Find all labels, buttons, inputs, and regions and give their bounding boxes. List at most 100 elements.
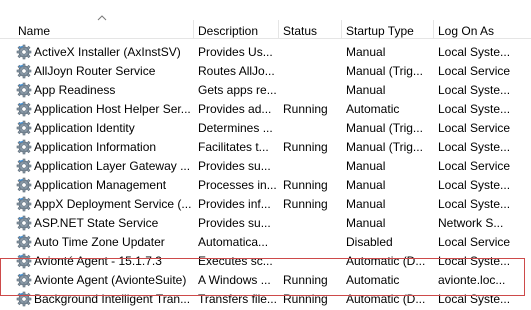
column-header-log-on-as[interactable]: Log On As — [438, 24, 494, 38]
service-name: AllJoyn Router Service — [34, 64, 156, 78]
service-row[interactable]: Application Management Processes in... Run… — [0, 176, 531, 195]
service-log-on-as: Local Syste... — [438, 45, 511, 59]
service-log-on-as: Local Syste... — [438, 140, 511, 154]
service-status — [283, 233, 343, 252]
service-row[interactable]: Avionte Agent (AvionteSuite) A Windows ..… — [0, 271, 531, 290]
service-description: Provides su... — [198, 159, 271, 173]
service-log-on-as: Local Service — [438, 121, 511, 135]
service-row[interactable]: Application Host Helper Ser... Provides a… — [0, 100, 531, 119]
service-name: Application Identity — [34, 121, 135, 135]
service-name: ASP.NET State Service — [34, 216, 159, 230]
gear-icon — [16, 215, 32, 231]
sort-ascending-icon[interactable] — [97, 15, 107, 21]
service-description: Provides Us... — [198, 45, 273, 59]
service-row[interactable]: Application Information Facilitates t... R… — [0, 138, 531, 157]
service-name: Background Intelligent Tran... — [34, 292, 191, 306]
column-divider[interactable] — [433, 20, 434, 38]
service-status: Running — [283, 102, 328, 116]
service-status — [283, 43, 343, 62]
column-header-name[interactable]: Name — [18, 24, 50, 38]
service-name: Application Information — [34, 140, 157, 154]
gear-icon — [16, 177, 32, 193]
service-startup-type: Manual — [346, 159, 386, 173]
service-name: Avionte Agent (AvionteSuite) — [34, 273, 187, 287]
service-log-on-as: Local Syste... — [438, 197, 511, 211]
service-name: Avionté Agent - 15.1.7.3 — [34, 254, 162, 268]
service-status: Running — [283, 178, 328, 192]
gear-icon — [16, 82, 32, 98]
service-startup-type: Disabled — [346, 235, 393, 249]
service-description: Provides su... — [198, 216, 271, 230]
column-divider[interactable] — [193, 20, 194, 38]
column-header-status[interactable]: Status — [283, 24, 317, 38]
gear-icon — [16, 139, 32, 155]
service-name: ActiveX Installer (AxInstSV) — [34, 45, 181, 59]
column-header-bar: Name Description Status Startup Type Log… — [0, 0, 531, 39]
gear-icon — [16, 253, 32, 269]
gear-icon — [16, 234, 32, 250]
service-name: Auto Time Zone Updater — [34, 235, 165, 249]
gear-icon — [16, 101, 32, 117]
service-description: Determines ... — [198, 121, 273, 135]
service-row[interactable]: AppX Deployment Service (... Provides inf… — [0, 195, 531, 214]
service-description: Facilitates t... — [198, 140, 269, 154]
gear-icon — [16, 196, 32, 212]
service-startup-type: Manual — [346, 45, 386, 59]
service-row[interactable]: Background Intelligent Tran... Transfers … — [0, 290, 531, 309]
service-description: Processes in... — [198, 178, 277, 192]
service-log-on-as: Local Service — [438, 64, 511, 78]
service-startup-type: Automatic (D... — [346, 254, 426, 268]
service-status — [283, 214, 343, 233]
service-row[interactable]: Application Identity Determines ... Manual… — [0, 119, 531, 138]
service-startup-type: Automatic (D... — [346, 292, 426, 306]
service-description: Gets apps re... — [198, 83, 277, 97]
service-row[interactable]: Auto Time Zone Updater Automatica... Disab… — [0, 233, 531, 252]
service-startup-type: Manual (Trig... — [346, 121, 423, 135]
service-startup-type: Manual — [346, 216, 386, 230]
column-header-description[interactable]: Description — [198, 24, 258, 38]
service-startup-type: Automatic — [346, 273, 400, 287]
service-status — [283, 157, 343, 176]
service-name: Application Host Helper Ser... — [34, 102, 191, 116]
service-startup-type: Manual — [346, 178, 386, 192]
service-startup-type: Manual (Trig... — [346, 64, 423, 78]
gear-icon — [16, 158, 32, 174]
column-divider[interactable] — [278, 20, 279, 38]
service-status: Running — [283, 292, 328, 306]
gear-icon — [16, 120, 32, 136]
service-name: AppX Deployment Service (... — [34, 197, 192, 211]
service-log-on-as: avionte.loc... — [438, 273, 506, 287]
service-startup-type: Manual (Trig... — [346, 140, 423, 154]
service-log-on-as: Local Syste... — [438, 83, 511, 97]
service-log-on-as: Local Syste... — [438, 292, 511, 306]
service-row[interactable]: ASP.NET State Service Provides su... Manua… — [0, 214, 531, 233]
service-row[interactable]: Application Layer Gateway ... Provides su… — [0, 157, 531, 176]
service-status: Running — [283, 273, 328, 287]
service-status — [283, 252, 343, 271]
service-description: A Windows ... — [198, 273, 271, 287]
service-log-on-as: Local Syste... — [438, 254, 511, 268]
service-description: Routes AllJo... — [198, 64, 275, 78]
service-row[interactable]: Avionté Agent - 15.1.7.3 Executes sc... Au… — [0, 252, 531, 271]
column-header-startup-type[interactable]: Startup Type — [346, 24, 414, 38]
service-startup-type: Manual — [346, 83, 386, 97]
gear-icon — [16, 44, 32, 60]
service-log-on-as: Network S... — [438, 216, 504, 230]
service-description: Transfers file... — [198, 292, 277, 306]
service-log-on-as: Local Service — [438, 159, 511, 173]
gear-icon — [16, 63, 32, 79]
service-description: Provides ad... — [198, 102, 272, 116]
service-status — [283, 62, 343, 81]
service-name: Application Management — [34, 178, 167, 192]
column-divider[interactable] — [341, 20, 342, 38]
gear-icon — [16, 291, 32, 307]
service-row[interactable]: App Readiness Gets apps re... Manual Local … — [0, 81, 531, 100]
gear-icon — [16, 272, 32, 288]
service-status: Running — [283, 140, 328, 154]
service-log-on-as: Local Service — [438, 235, 511, 249]
service-startup-type: Manual — [346, 197, 386, 211]
service-description: Provides inf... — [198, 197, 271, 211]
service-log-on-as: Local Syste... — [438, 178, 511, 192]
service-row[interactable]: ActiveX Installer (AxInstSV) Provides Us.… — [0, 43, 531, 62]
service-row[interactable]: AllJoyn Router Service Routes AllJo... Man… — [0, 62, 531, 81]
